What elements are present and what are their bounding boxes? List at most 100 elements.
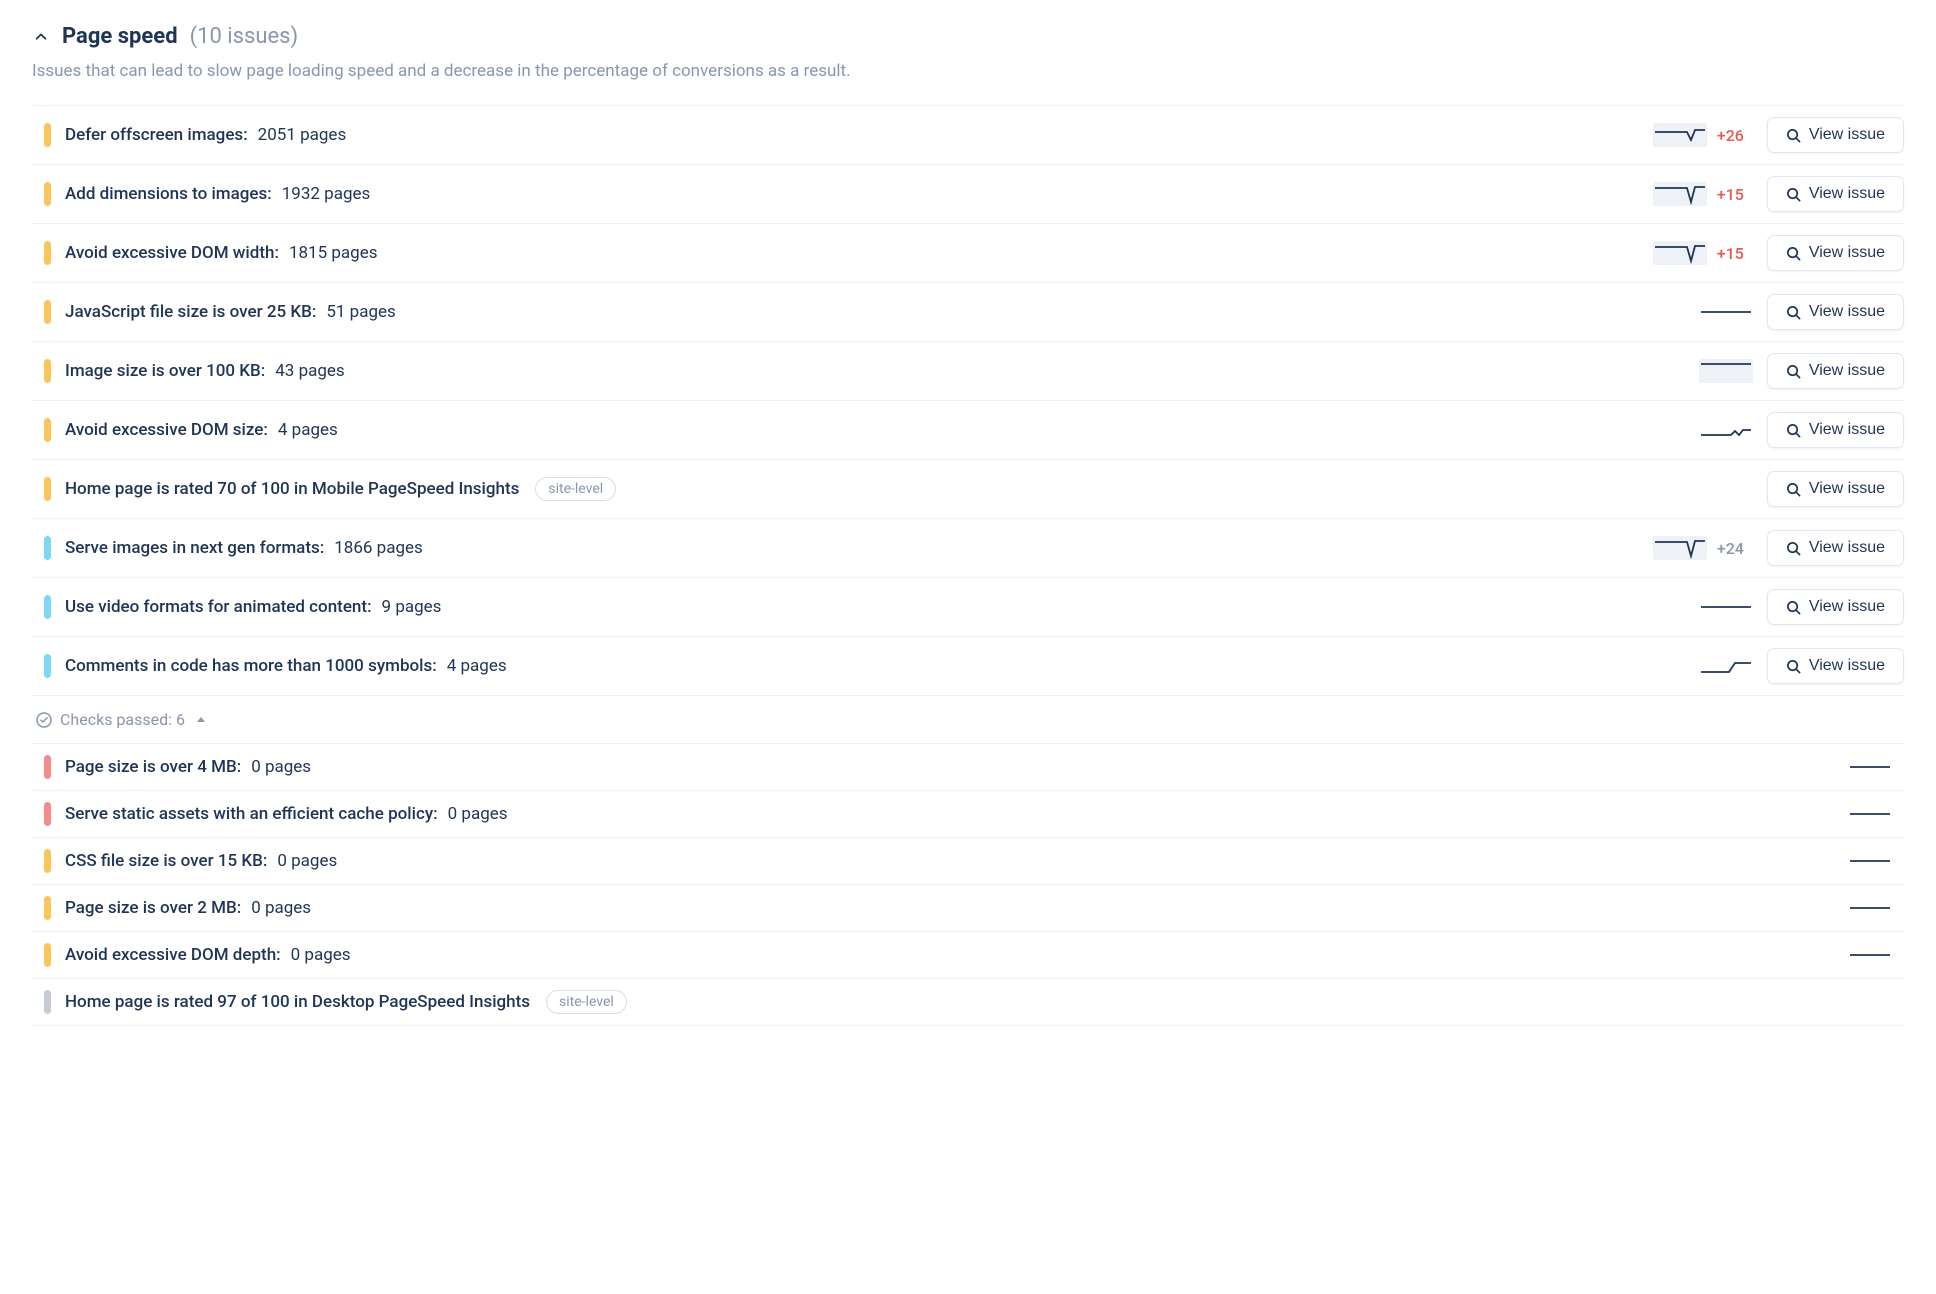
- issue-text: Use video formats for animated content9 …: [65, 597, 1685, 617]
- severity-pill: [44, 654, 51, 678]
- issue-text: Add dimensions to images 1932 pages: [65, 184, 1639, 204]
- issue-text: Avoid excessive DOM width1815 pages: [65, 243, 1639, 263]
- sparkline: [1699, 654, 1753, 678]
- view-issue-label: View issue: [1809, 185, 1885, 203]
- issue-title: Defer offscreen images: [65, 125, 248, 145]
- search-icon: [1786, 541, 1801, 556]
- section-header[interactable]: Page speed (10 issues): [32, 24, 1904, 49]
- issue-title: Avoid excessive DOM width: [65, 243, 279, 263]
- issue-text: Avoid excessive DOM depth0 pages: [65, 945, 1834, 965]
- issues-list: Defer offscreen images2051 pages +26 View …: [32, 105, 1904, 696]
- check-circle-icon: [36, 712, 52, 728]
- issue-text: Defer offscreen images2051 pages: [65, 125, 1639, 145]
- issue-title: Page size is over 4 MB: [65, 757, 241, 777]
- search-icon: [1786, 364, 1801, 379]
- issue-text: Home page is rated 97 of 100 in Desktop …: [65, 990, 1904, 1014]
- issue-text: Comments in code has more than 1000 symb…: [65, 656, 1685, 676]
- issue-pages: 0 pages: [251, 898, 311, 918]
- issue-pages: 0 pages: [448, 804, 508, 824]
- sparkline: [1848, 760, 1892, 774]
- sparkline: [1699, 300, 1753, 324]
- view-issue-label: View issue: [1809, 598, 1885, 616]
- view-issue-button[interactable]: View issue: [1767, 412, 1904, 448]
- view-issue-button[interactable]: View issue: [1767, 353, 1904, 389]
- issue-title: Avoid excessive DOM size: [65, 420, 268, 440]
- issue-title: Serve static assets with an efficient ca…: [65, 804, 438, 824]
- checks-passed-toggle[interactable]: Checks passed: 6: [32, 696, 1904, 743]
- view-issue-button[interactable]: View issue: [1767, 589, 1904, 625]
- severity-pill: [44, 182, 51, 206]
- issue-title: Page size is over 2 MB: [65, 898, 241, 918]
- checks-passed-label: Checks passed: 6: [60, 710, 185, 729]
- sparkline: [1848, 948, 1892, 962]
- issue-row: Use video formats for animated content9 …: [32, 578, 1904, 637]
- severity-pill: [44, 943, 51, 967]
- issue-row: Defer offscreen images2051 pages +26 View …: [32, 106, 1904, 165]
- issue-pages: 4 pages: [278, 420, 338, 440]
- issue-title: Image size is over 100 KB: [65, 361, 265, 381]
- issue-title: Home page is rated 97 of 100 in Desktop …: [65, 992, 530, 1012]
- issue-title: Add dimensions to images: [65, 184, 272, 204]
- issue-pages: 0 pages: [251, 757, 311, 777]
- issue-row: Home page is rated 70 of 100 in Mobile P…: [32, 460, 1904, 519]
- passed-row: CSS file size is over 15 KB 0 pages: [32, 838, 1904, 885]
- delta-value: +15: [1717, 244, 1753, 263]
- sparkline-wrap: [1699, 359, 1753, 383]
- search-icon: [1786, 128, 1801, 143]
- view-issue-label: View issue: [1809, 303, 1885, 321]
- view-issue-button[interactable]: View issue: [1767, 117, 1904, 153]
- passed-list: Page size is over 4 MB 0 pages Serve stati…: [32, 743, 1904, 1026]
- issue-title: JavaScript file size is over 25 KB: [65, 302, 316, 322]
- issue-pages: 43 pages: [275, 361, 344, 381]
- chevron-up-icon: [32, 28, 50, 46]
- search-icon: [1786, 246, 1801, 261]
- search-icon: [1786, 482, 1801, 497]
- issue-row: JavaScript file size is over 25 KB 51 pag…: [32, 283, 1904, 342]
- issue-text: Page size is over 2 MB 0 pages: [65, 898, 1834, 918]
- view-issue-button[interactable]: View issue: [1767, 235, 1904, 271]
- issue-row: Avoid excessive DOM size 4 pages View issu…: [32, 401, 1904, 460]
- severity-pill: [44, 300, 51, 324]
- issue-row: Add dimensions to images 1932 pages +15 Vie…: [32, 165, 1904, 224]
- sparkline: [1653, 536, 1707, 560]
- issue-pages: 51 pages: [326, 302, 395, 322]
- sparkline-wrap: [1699, 595, 1753, 619]
- sparkline-wrap: [1699, 300, 1753, 324]
- severity-pill: [44, 536, 51, 560]
- passed-row: Serve static assets with an efficient ca…: [32, 791, 1904, 838]
- sparkline-wrap: +15: [1653, 182, 1753, 206]
- delta-value: +24: [1717, 539, 1753, 558]
- view-issue-label: View issue: [1809, 539, 1885, 557]
- search-icon: [1786, 305, 1801, 320]
- issue-title: CSS file size is over 15 KB: [65, 851, 267, 871]
- severity-pill: [44, 595, 51, 619]
- sparkline-wrap: +24: [1653, 536, 1753, 560]
- issue-row: Avoid excessive DOM width1815 pages +15 Vi…: [32, 224, 1904, 283]
- view-issue-label: View issue: [1809, 362, 1885, 380]
- sparkline-wrap: +26: [1653, 123, 1753, 147]
- issue-pages: 0 pages: [277, 851, 337, 871]
- view-issue-label: View issue: [1809, 480, 1885, 498]
- severity-pill: [44, 477, 51, 501]
- search-icon: [1786, 659, 1801, 674]
- view-issue-label: View issue: [1809, 244, 1885, 262]
- issue-title: Home page is rated 70 of 100 in Mobile P…: [65, 479, 519, 499]
- section-title: Page speed: [62, 24, 178, 49]
- view-issue-button[interactable]: View issue: [1767, 530, 1904, 566]
- site-level-badge: site-level: [535, 477, 616, 501]
- view-issue-button[interactable]: View issue: [1767, 176, 1904, 212]
- issue-text: JavaScript file size is over 25 KB 51 pag…: [65, 302, 1685, 322]
- search-icon: [1786, 423, 1801, 438]
- sparkline-wrap: [1699, 654, 1753, 678]
- view-issue-button[interactable]: View issue: [1767, 648, 1904, 684]
- sparkline: [1848, 901, 1892, 915]
- passed-row: Avoid excessive DOM depth0 pages: [32, 932, 1904, 979]
- issue-pages: 4 pages: [447, 656, 507, 676]
- view-issue-button[interactable]: View issue: [1767, 471, 1904, 507]
- view-issue-button[interactable]: View issue: [1767, 294, 1904, 330]
- sparkline: [1699, 418, 1753, 442]
- issue-title: Avoid excessive DOM depth: [65, 945, 281, 965]
- issue-pages: 1932 pages: [282, 184, 371, 204]
- issue-text: Serve static assets with an efficient ca…: [65, 804, 1834, 824]
- section-count: (10 issues): [190, 24, 299, 49]
